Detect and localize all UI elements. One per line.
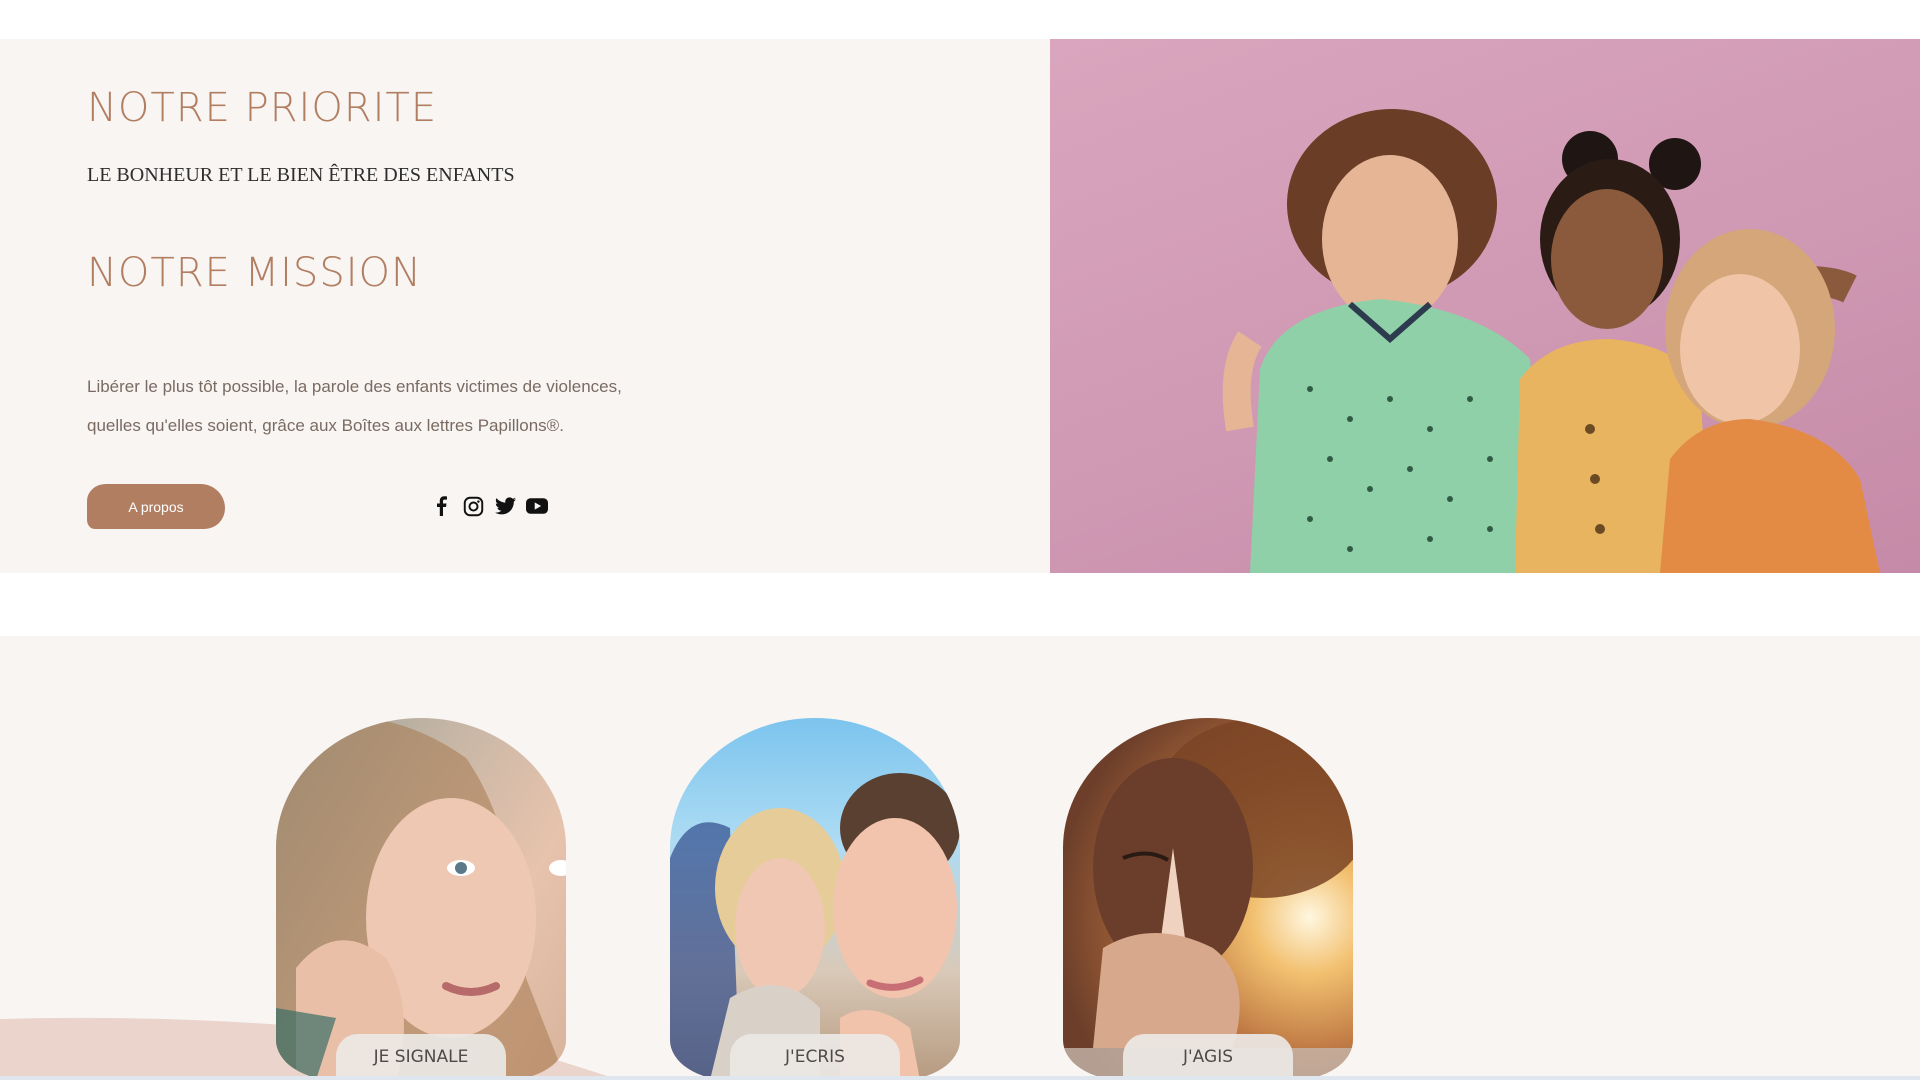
card-label-j-ecris[interactable]: J'ECRIS xyxy=(730,1034,900,1080)
hero-section: NOTRE PRIORITE LE BONHEUR ET LE BIEN ÊTR… xyxy=(0,39,1920,573)
card-j-agis[interactable]: J'AGIS xyxy=(1063,718,1353,1080)
praying-woman-image xyxy=(1063,718,1353,1080)
twitter-icon[interactable] xyxy=(494,495,516,517)
actions-section: JE SIGNALE J'ECRIS J'AGIS xyxy=(0,636,1920,1080)
hero-children-photo xyxy=(1050,39,1920,573)
facebook-icon[interactable] xyxy=(430,495,452,517)
card-label-je-signale[interactable]: JE SIGNALE xyxy=(336,1034,506,1080)
card-j-ecris[interactable]: J'ECRIS xyxy=(670,718,960,1080)
youtube-icon[interactable] xyxy=(526,495,548,517)
card-je-signale[interactable]: JE SIGNALE xyxy=(276,718,566,1080)
viewport-bottom-border xyxy=(0,1076,1920,1080)
children-portrait-image xyxy=(670,773,960,1080)
kid-boy-illustration xyxy=(1222,109,1550,573)
mission-text: Libérer le plus tôt possible, la parole … xyxy=(87,377,622,435)
priority-title: NOTRE PRIORITE xyxy=(87,85,438,131)
mission-title: NOTRE MISSION xyxy=(87,250,422,296)
priority-subtitle: LE BONHEUR ET LE BIEN ÊTRE DES ENFANTS xyxy=(87,164,515,186)
instagram-icon[interactable] xyxy=(462,495,484,517)
hero-text-panel: NOTRE PRIORITE LE BONHEUR ET LE BIEN ÊTR… xyxy=(0,39,1050,573)
woman-portrait-image xyxy=(276,718,566,1080)
about-button[interactable]: A propos xyxy=(87,484,225,529)
card-label-j-agis[interactable]: J'AGIS xyxy=(1123,1034,1293,1080)
social-bar xyxy=(430,494,548,518)
